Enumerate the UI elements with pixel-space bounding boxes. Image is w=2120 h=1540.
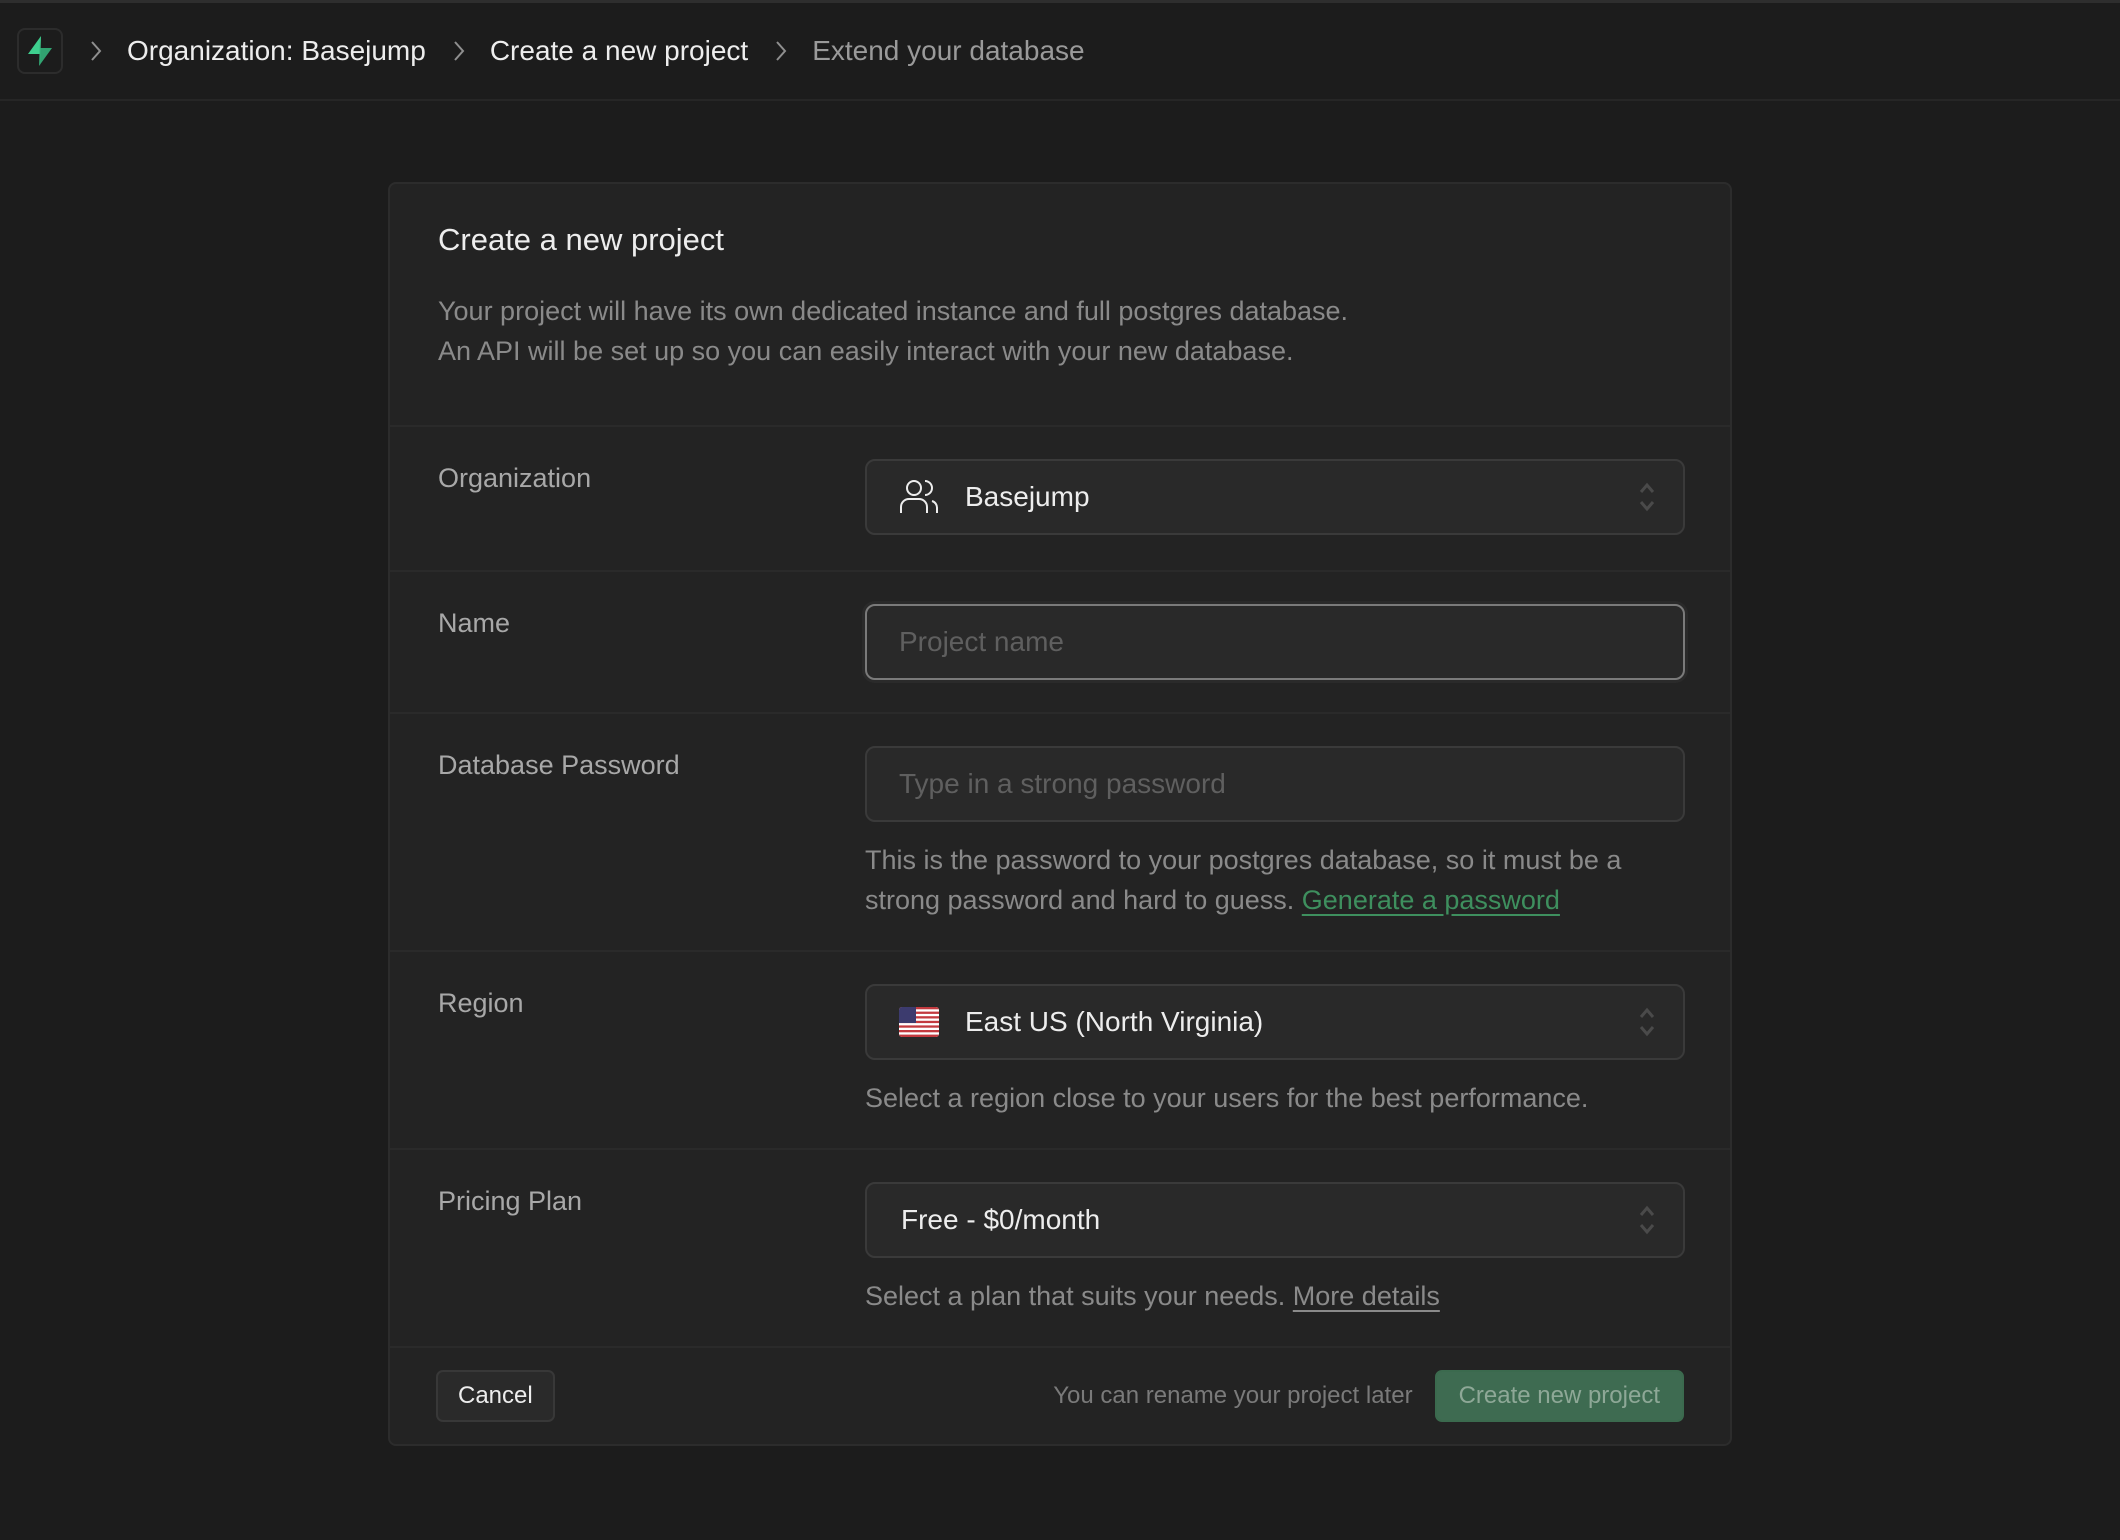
breadcrumb-extend-database[interactable]: Extend your database: [812, 35, 1084, 67]
pricing-help: Select a plan that suits your needs. Mor…: [865, 1276, 1685, 1316]
password-label: Database Password: [438, 750, 680, 780]
chevron-up-down-icon: [1639, 1205, 1655, 1235]
organization-value: Basejump: [965, 481, 1090, 512]
generate-password-link[interactable]: Generate a password: [1302, 885, 1560, 915]
description-line-2: An API will be set up so you can easily …: [438, 336, 1294, 366]
region-select[interactable]: East US (North Virginia): [865, 984, 1685, 1060]
pricing-label: Pricing Plan: [438, 1186, 583, 1216]
chevron-right-icon: [452, 39, 466, 63]
card-description: Your project will have its own dedicated…: [438, 291, 1682, 371]
create-project-button[interactable]: Create new project: [1434, 1370, 1684, 1422]
card-title: Create a new project: [438, 222, 725, 257]
organization-row: Organization Basejump: [390, 427, 1730, 572]
pricing-plan-value: Free - $0/month: [901, 1204, 1101, 1235]
create-project-card: Create a new project Your project will h…: [388, 182, 1732, 1446]
password-row: Database Password This is the password t…: [390, 714, 1730, 952]
us-flag-icon: [899, 1007, 939, 1037]
breadcrumb-create-project[interactable]: Create a new project: [490, 35, 748, 67]
organization-select[interactable]: Basejump: [865, 459, 1685, 535]
card-header: Create a new project Your project will h…: [390, 184, 1730, 427]
region-help-text: Select a region close to your users for …: [865, 1083, 1589, 1113]
more-details-link[interactable]: More details: [1293, 1281, 1440, 1311]
project-name-input[interactable]: [865, 604, 1685, 680]
top-nav: Organization: Basejump Create a new proj…: [0, 3, 2120, 101]
card-footer: Cancel You can rename your project later…: [390, 1348, 1730, 1444]
pricing-row: Pricing Plan Free - $0/month Select a pl…: [390, 1150, 1730, 1348]
region-label: Region: [438, 988, 524, 1018]
supabase-logo-icon: [28, 36, 52, 66]
description-line-1: Your project will have its own dedicated…: [438, 296, 1349, 326]
rename-note: You can rename your project later: [1053, 1382, 1413, 1409]
users-icon: [900, 480, 938, 513]
chevron-up-down-icon: [1639, 1007, 1655, 1037]
name-row: Name: [390, 572, 1730, 714]
database-password-input[interactable]: [865, 746, 1685, 822]
name-label: Name: [438, 608, 511, 638]
breadcrumb-organization[interactable]: Organization: Basejump: [127, 35, 426, 67]
chevron-right-icon: [774, 39, 788, 63]
region-value: East US (North Virginia): [965, 1006, 1264, 1037]
pricing-help-text: Select a plan that suits your needs.: [865, 1281, 1286, 1311]
home-logo-button[interactable]: [17, 28, 63, 74]
chevron-up-down-icon: [1639, 482, 1655, 512]
password-help: This is the password to your postgres da…: [865, 840, 1685, 920]
chevron-right-icon: [89, 39, 103, 63]
organization-label: Organization: [438, 463, 592, 493]
cancel-button[interactable]: Cancel: [436, 1370, 555, 1422]
region-row: Region East US (North Virginia) Select a…: [390, 952, 1730, 1150]
pricing-plan-select[interactable]: Free - $0/month: [865, 1182, 1685, 1258]
